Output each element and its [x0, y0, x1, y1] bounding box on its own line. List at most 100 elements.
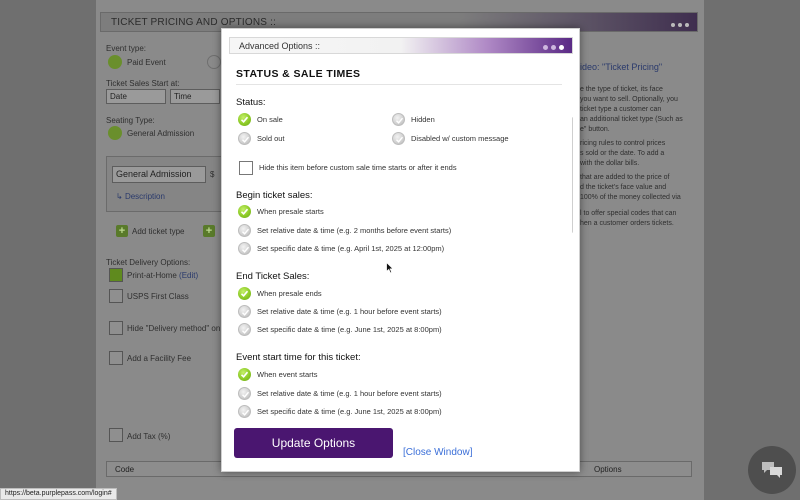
divider [236, 84, 562, 85]
end-relative-option[interactable]: Set relative date & time (e.g. 1 hour be… [238, 305, 442, 318]
section-title: STATUS & SALE TIMES [236, 68, 361, 80]
radio-icon[interactable] [238, 132, 251, 145]
end-presale-option[interactable]: When presale ends [238, 287, 322, 300]
add-ticket-type-button[interactable]: Add ticket type [132, 227, 184, 236]
print-at-home-checkbox[interactable] [109, 268, 123, 282]
update-options-button[interactable]: Update Options [234, 428, 393, 458]
chat-widget-button[interactable] [748, 446, 796, 494]
window-dots-icon [668, 20, 689, 29]
help-line: 100% of the money collected via [580, 194, 681, 201]
seating-type-label: Seating Type: [106, 116, 155, 125]
option-label: When presale ends [257, 289, 322, 298]
option-label: Set relative date & time (e.g. 1 hour be… [257, 389, 442, 398]
status-hidden-option[interactable]: Hidden [392, 113, 435, 126]
print-at-home-label: Print-at-Home (Edit) [127, 271, 199, 280]
option-label: Set specific date & time (e.g. June 1st,… [257, 325, 442, 334]
currency-symbol: $ [210, 170, 215, 179]
help-text: e the type of ticket, its face you want … [580, 85, 692, 229]
help-line: d the ticket's face value and [580, 184, 667, 191]
radio-icon[interactable] [238, 323, 251, 336]
help-line: ricing rules to control prices [580, 140, 666, 147]
print-at-home-edit-link[interactable]: (Edit) [179, 271, 198, 280]
date-select[interactable]: Date [106, 89, 166, 104]
return-arrow-icon: ↳ [116, 192, 125, 201]
add-rule-plus-icon: + [203, 225, 215, 237]
help-line: l to offer special codes that can [580, 210, 677, 217]
checkmark-radio-icon[interactable] [238, 368, 251, 381]
general-admission-label: General Admission [127, 129, 195, 138]
begin-presale-option[interactable]: When presale starts [238, 205, 324, 218]
description-link[interactable]: ↳ Description [116, 192, 165, 201]
radio-icon[interactable] [238, 405, 251, 418]
status-label: Status: [236, 97, 266, 108]
begin-specific-option[interactable]: Set specific date & time (e.g. April 1st… [238, 242, 444, 255]
radio-icon[interactable] [238, 305, 251, 318]
option-label: When event starts [257, 370, 318, 379]
radio-icon[interactable] [238, 387, 251, 400]
checkmark-radio-icon[interactable] [238, 205, 251, 218]
add-ticket-plus-icon: + [116, 225, 128, 237]
status-disabled-option[interactable]: Disabled w/ custom message [392, 132, 509, 145]
option-label: Sold out [257, 134, 285, 143]
option-label: When presale starts [257, 207, 324, 216]
checkmark-radio-icon[interactable] [238, 287, 251, 300]
option-label: Set specific date & time (e.g. June 1st,… [257, 407, 442, 416]
browser-status-bar: https://beta.purplepass.com/login# [0, 488, 117, 500]
hide-item-label: Hide this item before custom sale time s… [259, 163, 457, 172]
radio-icon[interactable] [238, 242, 251, 255]
begin-relative-option[interactable]: Set relative date & time (e.g. 2 months … [238, 224, 451, 237]
end-specific-option[interactable]: Set specific date & time (e.g. June 1st,… [238, 323, 442, 336]
add-tax-label: Add Tax (%) [127, 432, 171, 441]
radio-icon[interactable] [392, 113, 405, 126]
window-dots-icon [540, 43, 564, 52]
option-label: Set relative date & time (e.g. 2 months … [257, 226, 452, 235]
facility-fee-label: Add a Facility Fee [127, 354, 192, 363]
chat-bubble-icon [762, 462, 782, 478]
general-admission-radio[interactable] [108, 126, 122, 140]
time-select[interactable]: Time [170, 89, 220, 104]
modal-title: Advanced Options :: [239, 41, 321, 51]
table-col-options: Options [594, 465, 622, 474]
begin-sales-label: Begin ticket sales: [236, 190, 313, 201]
event-start-label: Event start time for this ticket: [236, 352, 361, 363]
ticket-name-select[interactable]: General Admission [112, 166, 206, 183]
ticket-type-panel [106, 156, 224, 212]
help-line: an additional ticket type (Such as [580, 116, 683, 123]
usps-label: USPS First Class [127, 292, 189, 301]
add-tax-checkbox[interactable] [109, 428, 123, 442]
event-type-label: Event type: [106, 44, 147, 53]
delivery-options-label: Ticket Delivery Options: [106, 258, 191, 267]
option-label: On sale [257, 115, 283, 124]
scrollbar[interactable] [572, 117, 573, 233]
option-label: Set relative date & time (e.g. 1 hour be… [257, 307, 442, 316]
close-window-link[interactable]: [Close Window] [403, 447, 472, 458]
checkmark-radio-icon[interactable] [238, 113, 251, 126]
hide-delivery-checkbox[interactable] [109, 321, 123, 335]
event-start-specific-option[interactable]: Set specific date & time (e.g. June 1st,… [238, 405, 442, 418]
help-line: with the dollar bills. [580, 160, 640, 167]
help-line: you want to sell. Optionally, you [580, 96, 678, 103]
background-header-title: TICKET PRICING AND OPTIONS :: [111, 17, 277, 28]
status-sold-out-option[interactable]: Sold out [238, 132, 285, 145]
option-label: Set specific date & time (e.g. April 1st… [257, 244, 445, 253]
radio-icon[interactable] [392, 132, 405, 145]
event-start-default-option[interactable]: When event starts [238, 368, 317, 381]
description-text: Description [124, 192, 165, 201]
option-label: Hidden [411, 115, 435, 124]
status-on-sale-option[interactable]: On sale [238, 113, 283, 126]
facility-fee-checkbox[interactable] [109, 351, 123, 365]
paid-event-radio[interactable] [108, 55, 122, 69]
help-line: e the type of ticket, its face [580, 86, 663, 93]
video-ticket-pricing-link[interactable]: ideo: "Ticket Pricing" [580, 62, 662, 72]
usps-checkbox[interactable] [109, 289, 123, 303]
modal-content: STATUS & SALE TIMES Status: On sale Hidd… [229, 59, 573, 449]
event-start-relative-option[interactable]: Set relative date & time (e.g. 1 hour be… [238, 387, 442, 400]
end-sales-label: End Ticket Sales: [236, 271, 310, 282]
help-line: that are added to the price of [580, 174, 670, 181]
mouse-cursor-icon [386, 262, 394, 274]
modal-header: Advanced Options :: [229, 37, 573, 54]
help-line: e" button. [580, 126, 610, 133]
ticket-sales-start-label: Ticket Sales Start at: [106, 79, 180, 88]
radio-icon[interactable] [238, 224, 251, 237]
free-event-radio[interactable] [207, 55, 221, 69]
